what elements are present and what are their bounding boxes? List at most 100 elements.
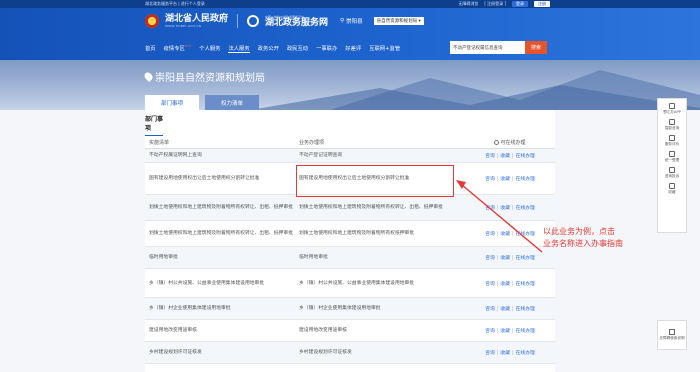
online-handle-link[interactable]: 在线办理 — [516, 282, 535, 287]
online-handle-link[interactable]: 在线办理 — [516, 177, 535, 182]
nav-epidemic[interactable]: 疫情专区HOT — [164, 44, 192, 53]
location-label: 崇阳县 — [346, 19, 363, 25]
sidebar-item-review[interactable]: 服务评价 — [665, 135, 679, 147]
consult-link[interactable]: 咨询 — [485, 282, 495, 287]
nav-home[interactable]: 首页 — [145, 44, 156, 53]
implementation-item[interactable]: 乡（镇）村企业使用集体建设用地审批 — [145, 305, 295, 312]
favorite-link[interactable]: 收藏 — [500, 307, 510, 312]
search-button[interactable]: 搜索 — [525, 41, 547, 54]
location-switch[interactable]: ⚲ 崇阳县 — [340, 17, 363, 25]
tab-dept-items[interactable]: 部门事项 — [145, 95, 199, 110]
favorite-link[interactable]: 收藏 — [500, 282, 510, 287]
table-header: 实施清单 业务办理项 可在线办理 — [145, 136, 555, 149]
business-item-link[interactable]: 乡（镇）村公共设施、公益事业使用集体建设用地审批 — [295, 280, 465, 287]
implementation-item[interactable]: 划拨土地使用权和地上建筑物及附着物所有权转让、出租、抵押审批 — [145, 204, 295, 211]
nav-interact[interactable]: 政民互动 — [287, 44, 308, 53]
main-nav: 首页 疫情专区HOT 个人服务 法人服务 政务公开 政民互动 一事联办 好差评 … — [145, 44, 400, 53]
implementation-item[interactable]: 国有建设用地使用权出让后土地使用权分割转让批准 — [145, 175, 295, 182]
row-actions: 咨询 | 收藏 | 在线办理 — [485, 232, 535, 237]
nav-supervise[interactable]: 互联网+监管 — [369, 44, 400, 53]
tab-power-list[interactable]: 权力清单 — [205, 95, 259, 110]
dept-title: 崇阳县自然资源和规划局 — [142, 69, 265, 84]
implementation-item[interactable]: 划拨土地使用权和地上建筑物及附着物所有权转让、出租、抵押审批 — [145, 230, 295, 237]
online-handle-link[interactable]: 在线办理 — [516, 206, 535, 211]
implementation-item[interactable]: 建设用地改变用途审核 — [145, 327, 295, 334]
accessibility-help-label: 无障碍使用说明 — [659, 336, 685, 340]
login-button[interactable]: 登录 — [512, 1, 528, 7]
favorite-icon — [669, 183, 675, 189]
consult-link[interactable]: 咨询 — [485, 177, 495, 182]
consult-link[interactable]: 咨询 — [485, 232, 495, 237]
table-row: 不动产权属证明网上查询 不动产登记证明查询 咨询 | 收藏 | 在线办理 — [145, 149, 555, 163]
chat-icon — [669, 119, 675, 125]
register-login-link[interactable]: [ 注册登录 ] — [484, 1, 506, 7]
nav-onething[interactable]: 一事联办 — [316, 44, 337, 53]
consult-link[interactable]: 咨询 — [485, 329, 495, 334]
favorite-link[interactable]: 收藏 — [500, 256, 510, 261]
sidebar-item-consult[interactable]: 智能咨询 — [665, 119, 679, 131]
sidebar-item-complaint[interactable]: 咨询投诉 — [665, 167, 679, 179]
search-box: 不动产登记权属信息查询 搜索 — [450, 41, 547, 54]
dept-title-text: 崇阳县自然资源和规划局 — [155, 73, 265, 84]
online-handle-link[interactable]: 在线办理 — [516, 307, 535, 312]
search-input[interactable]: 不动产登记权属信息查询 — [450, 41, 525, 54]
consult-link[interactable]: 咨询 — [485, 256, 495, 261]
items-panel: 部门事项 实施清单 业务办理项 可在线办理 不动产权属证明网上查询 不动产登记证明… — [145, 110, 555, 372]
business-item-link[interactable]: 不动产登记证明查询 — [295, 152, 465, 159]
consult-link[interactable]: 咨询 — [485, 154, 495, 159]
online-handle-link[interactable]: 在线办理 — [516, 154, 535, 159]
nav-review[interactable]: 好差评 — [345, 44, 361, 53]
dept-select[interactable]: 县自然资源和规划局 ▾ — [373, 17, 424, 25]
business-item-link[interactable]: 乡（镇）村企业使用集体建设用地审批 — [295, 305, 465, 312]
sidebar-item-accept[interactable]: 统一受理 — [665, 151, 679, 163]
sidebar-item-app[interactable]: 鄂汇办APP — [663, 103, 681, 115]
sidebar-label: 智能咨询 — [664, 126, 680, 130]
online-handle-link[interactable]: 在线办理 — [516, 329, 535, 334]
gov-name[interactable]: 湖北省人民政府 — [165, 14, 228, 24]
favorite-link[interactable]: 收藏 — [500, 329, 510, 334]
favorite-link[interactable]: 收藏 — [500, 154, 510, 159]
svc-name[interactable]: 湖北政务服务网 — [265, 18, 328, 28]
online-handle-link[interactable]: 在线办理 — [516, 256, 535, 261]
business-item-link[interactable]: 划拨土地使用权和地上建筑物及附着物所有权抵押审批 — [295, 230, 465, 237]
online-filter-radio[interactable] — [494, 139, 500, 145]
nav-personal[interactable]: 个人服务 — [199, 44, 220, 53]
accessibility-link[interactable]: 无障碍浏览 — [458, 1, 478, 7]
hot-badge: HOT — [184, 44, 192, 49]
sidebar-item-favorite[interactable]: 收藏 — [668, 183, 676, 195]
online-filter-label: 可在线办理 — [500, 139, 526, 146]
sidebar-label: 收藏 — [668, 190, 676, 194]
implementation-item[interactable]: 乡村建设规划许可证核发 — [145, 349, 295, 356]
implementation-item[interactable]: 乡（镇）村公共设施、公益事业使用集体建设用地审批 — [145, 280, 295, 287]
implementation-item[interactable]: 不动产权属证明网上查询 — [145, 152, 295, 159]
national-emblem-icon — [145, 14, 159, 28]
annotation-line-1: 以此业务为例，点击 — [543, 227, 615, 236]
favorite-link[interactable]: 收藏 — [500, 232, 510, 237]
col-implementation: 实施清单 — [149, 139, 170, 146]
table-row: 划拨土地使用权和地上建筑物及附着物所有权转让、出租、抵押审批 划拨土地使用权和地上… — [145, 221, 555, 247]
favorite-link[interactable]: 收藏 — [500, 206, 510, 211]
col-business: 业务办理项 — [299, 139, 325, 146]
annotation-text: 以此业务为例，点击 业务名称进入办事指南 — [543, 226, 623, 250]
top-bar: 湖北政务服务平台 | 进行个人登录 无障碍浏览 [ 注册登录 ] 登录 注册 — [0, 0, 700, 8]
business-item-link[interactable]: 乡村建设规划许可证核发 — [295, 349, 465, 356]
favorite-link[interactable]: 收藏 — [500, 351, 510, 356]
consult-link[interactable]: 咨询 — [485, 307, 495, 312]
business-item-link[interactable]: 临时用地审批 — [295, 254, 465, 261]
consult-link[interactable]: 咨询 — [485, 206, 495, 211]
business-item-link[interactable]: 划拨土地使用权和地上建筑物及附着物所有权转让、出租、抵押审批 — [295, 204, 465, 211]
online-handle-link[interactable]: 在线办理 — [516, 232, 535, 237]
nav-legal[interactable]: 法人服务 — [228, 44, 250, 53]
business-item-link[interactable]: 建设用地改变用途审核 — [295, 327, 465, 334]
register-button[interactable]: 注册 — [534, 1, 550, 7]
online-handle-link[interactable]: 在线办理 — [516, 351, 535, 356]
col-online[interactable]: 可在线办理 — [465, 139, 555, 146]
accessibility-help[interactable]: 无障碍使用说明 — [657, 320, 687, 350]
favorite-link[interactable]: 收藏 — [500, 177, 510, 182]
nav-epidemic-label: 疫情专区 — [163, 46, 185, 52]
nav-public[interactable]: 政务公开 — [258, 44, 279, 53]
top-left-text: 湖北政务服务平台 | 进行个人登录 — [145, 1, 205, 6]
table-row: 乡（镇）村企业使用集体建设用地审批 乡（镇）村企业使用集体建设用地审批 咨询 | 收藏 |… — [145, 298, 555, 320]
implementation-item[interactable]: 临时用地审批 — [145, 254, 295, 261]
consult-link[interactable]: 咨询 — [485, 351, 495, 356]
